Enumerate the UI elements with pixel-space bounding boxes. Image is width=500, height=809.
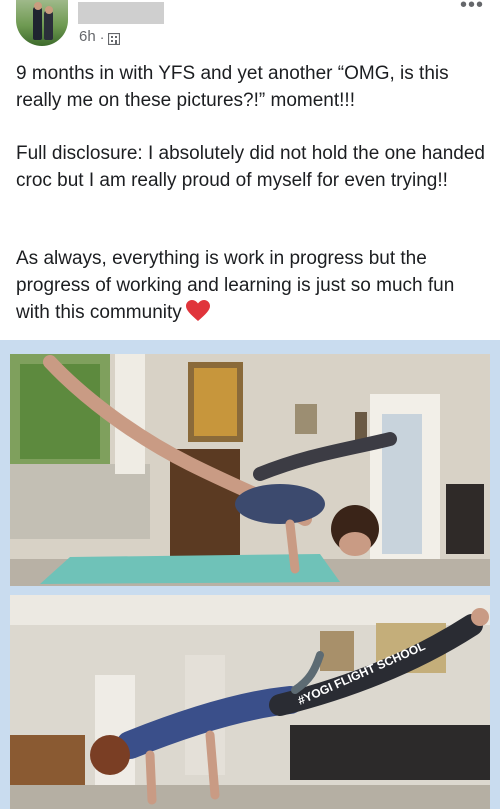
post-time[interactable]: 6h bbox=[79, 28, 96, 45]
audience-icon[interactable] bbox=[108, 32, 121, 45]
post-text-paragraph-3-text: As always, everything is work in progres… bbox=[16, 248, 455, 323]
meta-separator: · bbox=[99, 28, 105, 45]
post-meta: 6h · bbox=[79, 28, 121, 45]
post-text-paragraph-2: Full disclosure: I absolutely did not ho… bbox=[16, 143, 485, 191]
profile-avatar[interactable] bbox=[16, 0, 68, 46]
yoga-photo-2[interactable]: #YOGI FLIGHT SCHOOL bbox=[10, 595, 490, 809]
author-name-redacted[interactable] bbox=[78, 2, 164, 24]
more-options-icon[interactable]: ••• bbox=[460, 0, 484, 15]
post-text-paragraph-3: As always, everything is work in progres… bbox=[16, 245, 486, 326]
photo-gallery: #YOGI FLIGHT SCHOOL bbox=[0, 340, 500, 809]
heart-emoji-icon bbox=[185, 300, 210, 322]
yoga-photo-1[interactable] bbox=[10, 354, 490, 586]
post-text-paragraph-1: 9 months in with YFS and yet another “OM… bbox=[16, 63, 449, 111]
